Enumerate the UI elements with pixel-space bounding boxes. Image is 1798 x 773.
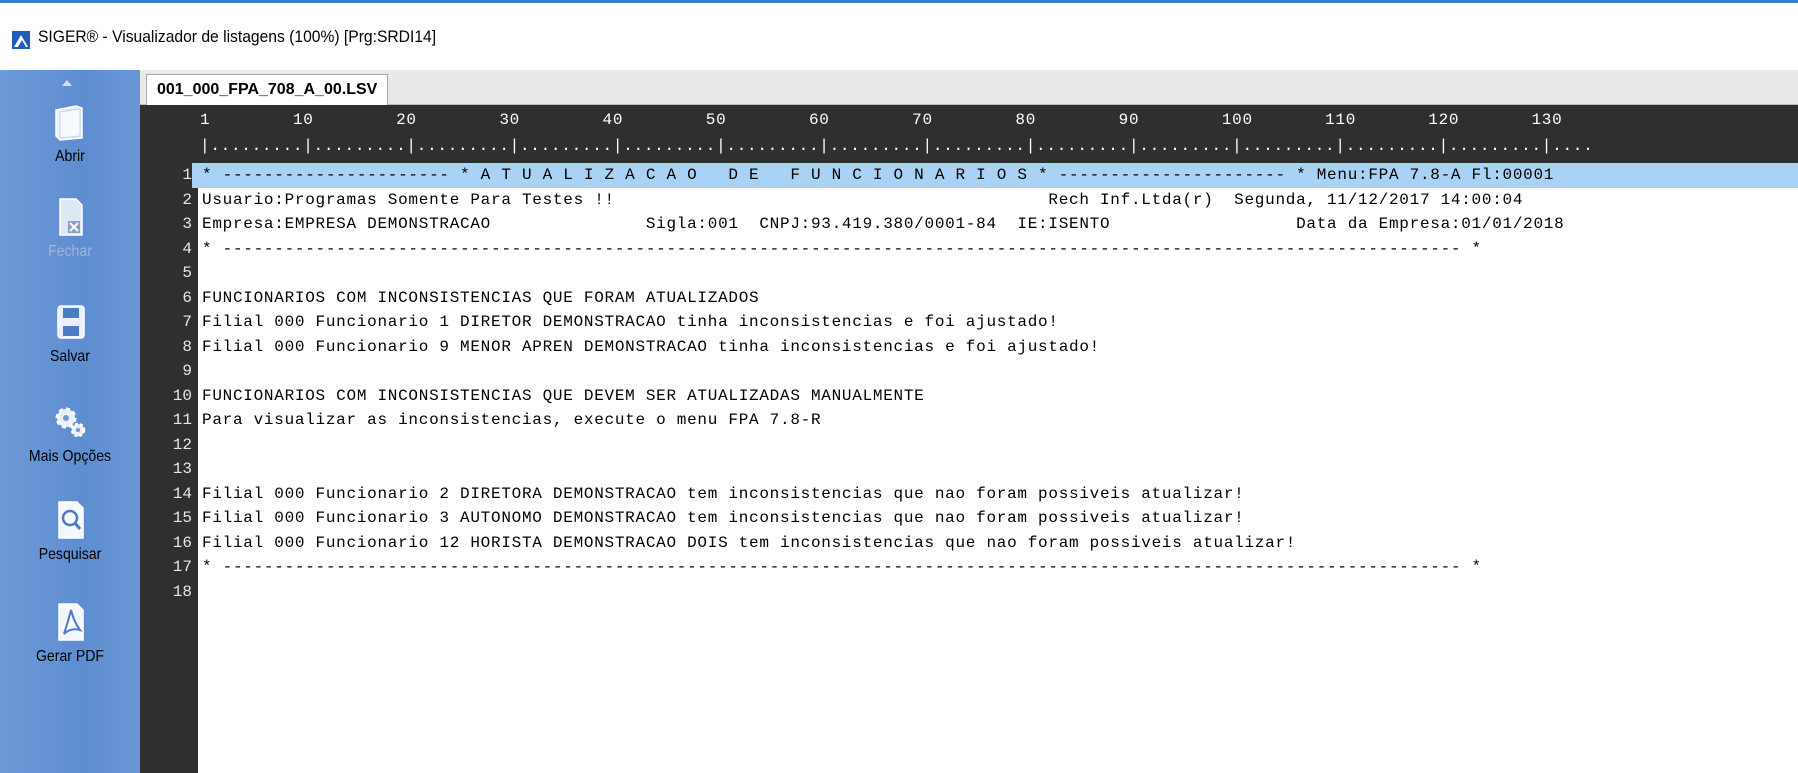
save-label: Salvar (50, 348, 90, 365)
line-number: 4 (140, 236, 192, 261)
search-button[interactable]: Pesquisar (0, 498, 140, 564)
column-ruler: 1 10 20 30 40 50 60 70 80 90 100 110 120… (140, 105, 1798, 163)
folder-icon (55, 105, 83, 141)
open-label: Abrir (55, 148, 85, 165)
listing-line[interactable]: 1 * ---------------------- * A T U A L I … (140, 163, 1798, 188)
listing-line[interactable]: 10 FUNCIONARIOS COM INCONSISTENCIAS QUE D… (140, 383, 1798, 408)
line-number: 5 (140, 261, 192, 286)
ruler-ticks: |.........|.........|.........|.........… (200, 137, 1594, 155)
line-text: FUNCIONARIOS COM INCONSISTENCIAS QUE FOR… (202, 288, 760, 307)
scroll-up-arrow-icon[interactable] (62, 80, 72, 86)
line-number: 16 (140, 530, 192, 555)
generate-pdf-button[interactable]: Gerar PDF (0, 600, 140, 666)
line-number: 2 (140, 187, 192, 212)
search-document-icon (58, 501, 84, 539)
close-label: Fechar (48, 243, 92, 260)
line-number: 11 (140, 408, 192, 433)
listing-line[interactable]: 2 Usuario:Programas Somente Para Testes !… (140, 187, 1798, 212)
listing-line[interactable]: 5 (140, 261, 1798, 286)
line-number: 3 (140, 212, 192, 237)
line-text: Filial 000 Funcionario 12 HORISTA DEMONS… (202, 533, 1297, 552)
more-options-button[interactable]: Mais Opções (0, 400, 140, 466)
listing-line[interactable]: 12 (140, 432, 1798, 457)
more-options-label: Mais Opções (28, 448, 112, 465)
siger-app-icon (12, 31, 30, 49)
listing-line[interactable]: 15 Filial 000 Funcionario 3 AUTONOMO DEMO… (140, 506, 1798, 531)
listing-line[interactable]: 4 * -------------------------------------… (140, 236, 1798, 261)
gears-icon (55, 407, 86, 438)
line-number: 7 (140, 310, 192, 335)
window-title: SIGER® - Visualizador de listagens (100%… (38, 27, 437, 46)
listing-line[interactable]: 7 Filial 000 Funcionario 1 DIRETOR DEMONS… (140, 310, 1798, 335)
listing-line[interactable]: 11 Para visualizar as inconsistencias, ex… (140, 408, 1798, 433)
line-text: Filial 000 Funcionario 1 DIRETOR DEMONST… (202, 313, 1059, 331)
listing-lines: 1 * ---------------------- * A T U A L I … (140, 163, 1798, 604)
line-number: 15 (140, 506, 192, 531)
line-number: 13 (140, 457, 192, 482)
listing-line[interactable]: 3 Empresa:EMPRESA DEMONSTRACAO Sigla:001 … (140, 212, 1798, 237)
line-text: Filial 000 Funcionario 9 MENOR APREN DEM… (202, 337, 1100, 356)
close-button[interactable]: Fechar (0, 195, 140, 261)
tab-file-lsv[interactable]: 001_000_FPA_708_A_00.LSV (146, 74, 389, 105)
line-text: * ---------------------- * A T U A L I Z… (202, 166, 1555, 184)
save-button[interactable]: Salvar (0, 300, 140, 366)
line-text: FUNCIONARIOS COM INCONSISTENCIAS QUE DEV… (202, 386, 925, 405)
line-number: 9 (140, 359, 192, 384)
line-text: Para visualizar as inconsistencias, exec… (202, 411, 822, 429)
ruler-numbers: 1 10 20 30 40 50 60 70 80 90 100 110 120… (200, 111, 1563, 129)
floppy-disk-icon (57, 305, 85, 339)
line-number: 8 (140, 334, 192, 359)
listing-viewer[interactable]: 1 10 20 30 40 50 60 70 80 90 100 110 120… (140, 105, 1798, 773)
line-text: Usuario:Programas Somente Para Testes !!… (202, 190, 1524, 209)
listing-line[interactable]: 17 * ------------------------------------… (140, 555, 1798, 580)
line-number: 6 (140, 285, 192, 310)
toolbar-sidebar: Abrir Fechar Salvar Mais Opções Pesquisa… (0, 70, 140, 773)
line-number: 12 (140, 432, 192, 457)
line-number: 17 (140, 555, 192, 580)
listing-line[interactable]: 6 FUNCIONARIOS COM INCONSISTENCIAS QUE FO… (140, 285, 1798, 310)
listing-line[interactable]: 13 (140, 457, 1798, 482)
line-text: * --------------------------------------… (202, 239, 1482, 258)
listing-line[interactable]: 9 (140, 359, 1798, 384)
tab-strip: 001_000_FPA_708_A_00.LSV (140, 70, 1798, 105)
listing-line[interactable]: 8 Filial 000 Funcionario 9 MENOR APREN DE… (140, 334, 1798, 359)
line-number: 18 (140, 579, 192, 604)
line-text: Empresa:EMPRESA DEMONSTRACAO Sigla:001 C… (202, 215, 1565, 233)
listing-line[interactable]: 14 Filial 000 Funcionario 2 DIRETORA DEMO… (140, 481, 1798, 506)
generate-pdf-label: Gerar PDF (35, 648, 105, 665)
title-bar: SIGER® - Visualizador de listagens (100%… (0, 0, 1798, 70)
line-number: 1 (140, 163, 192, 188)
search-label: Pesquisar (38, 546, 102, 563)
line-text: Filial 000 Funcionario 3 AUTONOMO DEMONS… (202, 509, 1245, 527)
pdf-icon (58, 603, 84, 641)
open-button[interactable]: Abrir (0, 100, 140, 166)
line-text: * --------------------------------------… (202, 558, 1482, 576)
line-number: 14 (140, 481, 192, 506)
listing-line[interactable]: 16 Filial 000 Funcionario 12 HORISTA DEMO… (140, 530, 1798, 555)
listing-line[interactable]: 18 (140, 579, 1798, 604)
line-text: Filial 000 Funcionario 2 DIRETORA DEMONS… (202, 484, 1245, 503)
close-file-icon (59, 198, 83, 236)
line-number: 10 (140, 383, 192, 408)
